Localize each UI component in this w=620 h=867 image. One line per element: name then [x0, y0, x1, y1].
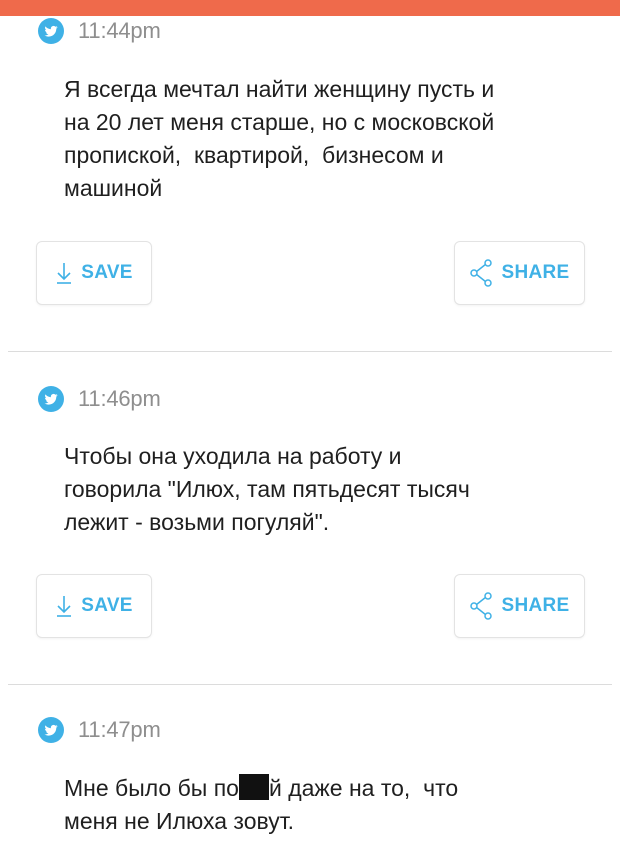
save-label: SAVE: [81, 262, 133, 283]
post-text: Чтобы она уходила на работу и говорила "…: [64, 443, 470, 535]
twitter-bird-icon: [38, 717, 64, 743]
save-button[interactable]: SAVE: [36, 574, 152, 638]
post-text: Мне было бы по й даже на то, что меня не …: [64, 772, 584, 838]
share-label: SHARE: [501, 595, 570, 616]
post-time: 11:44pm: [78, 18, 161, 43]
post-text-before: Мне было бы по: [64, 775, 239, 801]
post-time: 11:46pm: [78, 386, 161, 411]
share-icon: [470, 592, 493, 620]
twitter-bird-icon: [38, 386, 64, 412]
twitter-bird-icon: [38, 18, 64, 44]
share-button[interactable]: SHARE: [454, 241, 585, 305]
post-header: 11:44pm: [38, 16, 161, 46]
save-label: SAVE: [81, 595, 133, 616]
redaction-block: [238, 774, 269, 800]
divider: [8, 684, 612, 685]
divider: [8, 351, 612, 352]
post-header: 11:47pm: [38, 715, 161, 745]
download-arrow-icon: [57, 263, 72, 284]
save-button[interactable]: SAVE: [36, 241, 152, 305]
share-label: SHARE: [501, 262, 570, 283]
post-header: 11:46pm: [38, 384, 161, 414]
share-icon: [470, 259, 493, 287]
top-accent-bar: [0, 0, 620, 16]
post-time: 11:47pm: [78, 717, 161, 742]
share-button[interactable]: SHARE: [454, 574, 585, 638]
post-text: Я всегда мечтал найти женщину пусть и на…: [64, 76, 495, 201]
download-arrow-icon: [57, 596, 72, 617]
